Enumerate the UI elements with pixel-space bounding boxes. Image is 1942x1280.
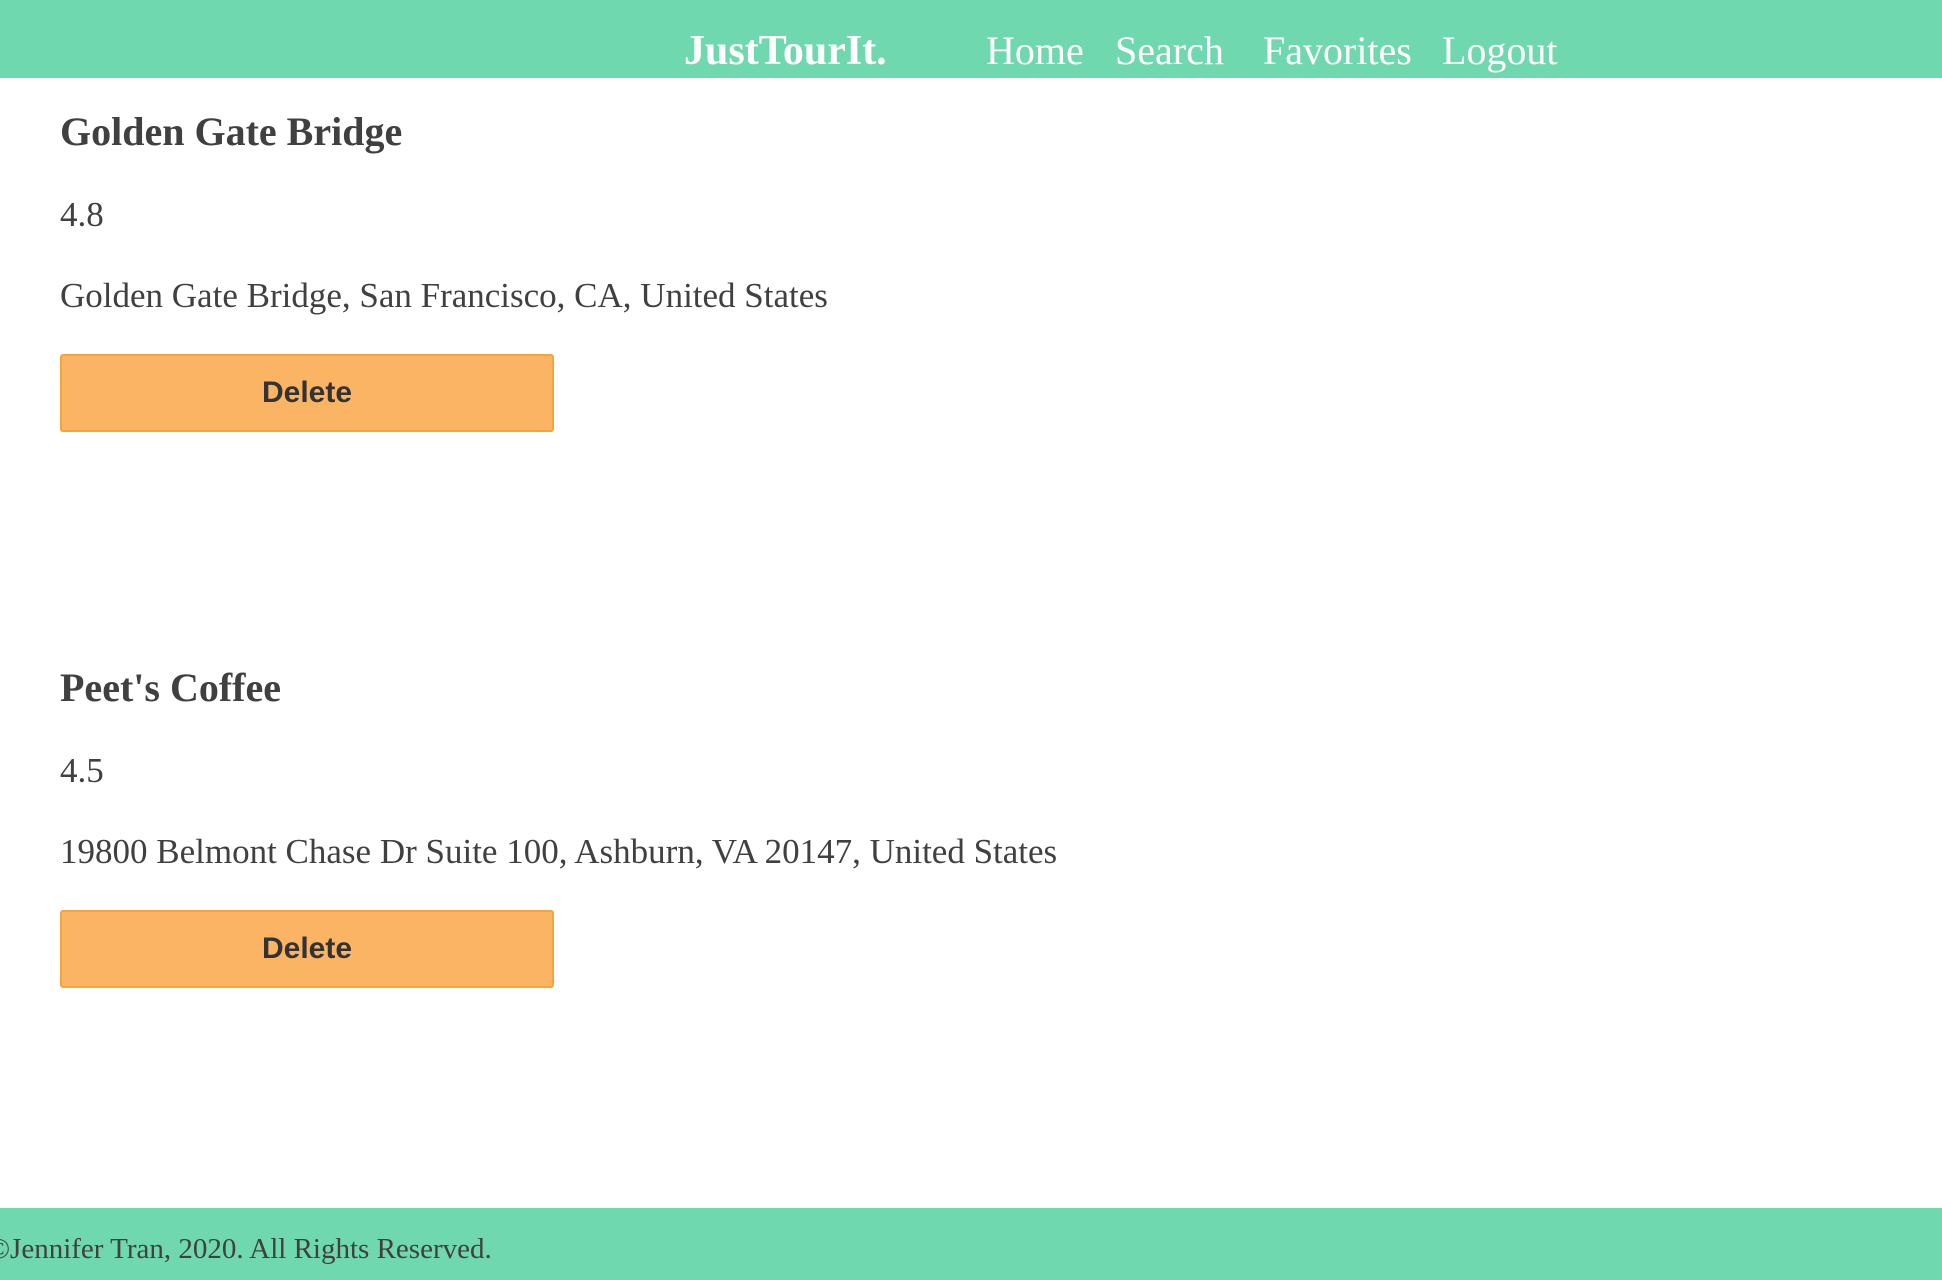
place-rating: 4.8 [60, 195, 104, 234]
brand-logo[interactable]: JustTourIt. [684, 26, 887, 76]
nav-link-search[interactable]: Search [1115, 26, 1224, 76]
delete-button[interactable]: Delete [60, 354, 554, 432]
footer: ©Jennifer Tran, 2020. All Rights Reserve… [0, 1208, 1942, 1280]
nav-link-logout[interactable]: Logout [1442, 26, 1558, 76]
place-address: Golden Gate Bridge, San Francisco, CA, U… [60, 276, 828, 315]
delete-button[interactable]: Delete [60, 910, 554, 988]
copyright-text: ©Jennifer Tran, 2020. All Rights Reserve… [0, 1233, 492, 1265]
place-name: Golden Gate Bridge [60, 109, 403, 154]
nav-link-favorites[interactable]: Favorites [1263, 26, 1412, 76]
place-name: Peet's Coffee [60, 665, 281, 710]
nav-link-home[interactable]: Home [986, 26, 1084, 76]
navbar: JustTourIt. Home Search Favorites Logout [0, 0, 1942, 78]
place-rating: 4.5 [60, 751, 104, 790]
place-address: 19800 Belmont Chase Dr Suite 100, Ashbur… [60, 832, 1058, 871]
